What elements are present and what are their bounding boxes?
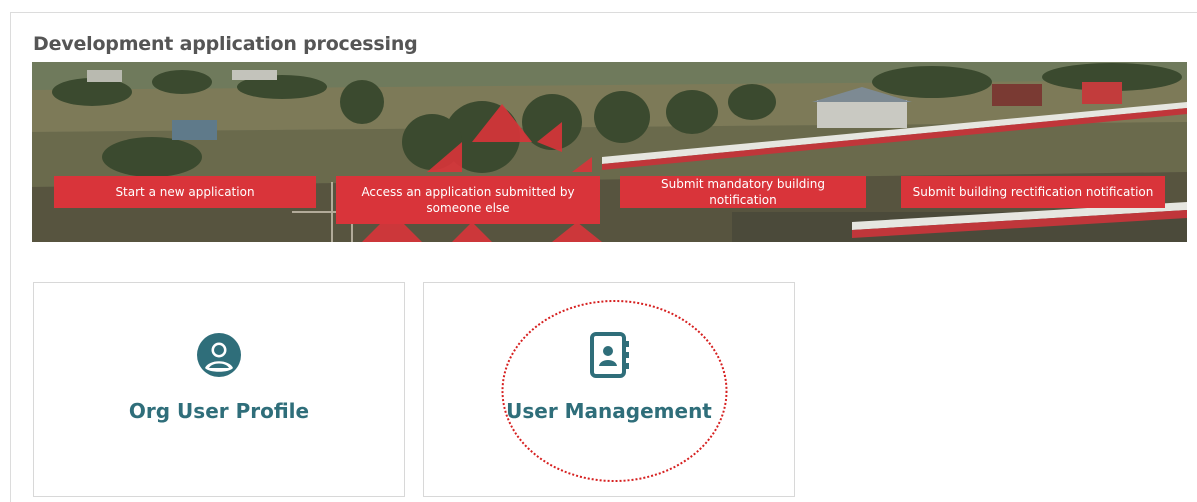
address-book-icon [587,331,631,384]
aerial-landscape-image [32,62,1187,242]
tile-label: User Management [506,399,712,423]
hero-banner: Start a new application Access an applic… [32,62,1187,242]
submit-rectification-notification-button[interactable]: Submit building rectification notificati… [901,176,1165,208]
tile-user-management[interactable]: User Management [423,282,795,497]
user-circle-icon [195,331,243,384]
section-title: Development application processing [33,33,418,55]
submit-mandatory-notification-button[interactable]: Submit mandatory building notification [620,176,866,208]
tile-label: Org User Profile [128,399,310,423]
access-application-button[interactable]: Access an application submitted by someo… [336,176,600,224]
start-new-application-button[interactable]: Start a new application [54,176,316,208]
tile-org-user-profile[interactable]: Org User Profile [33,282,405,497]
